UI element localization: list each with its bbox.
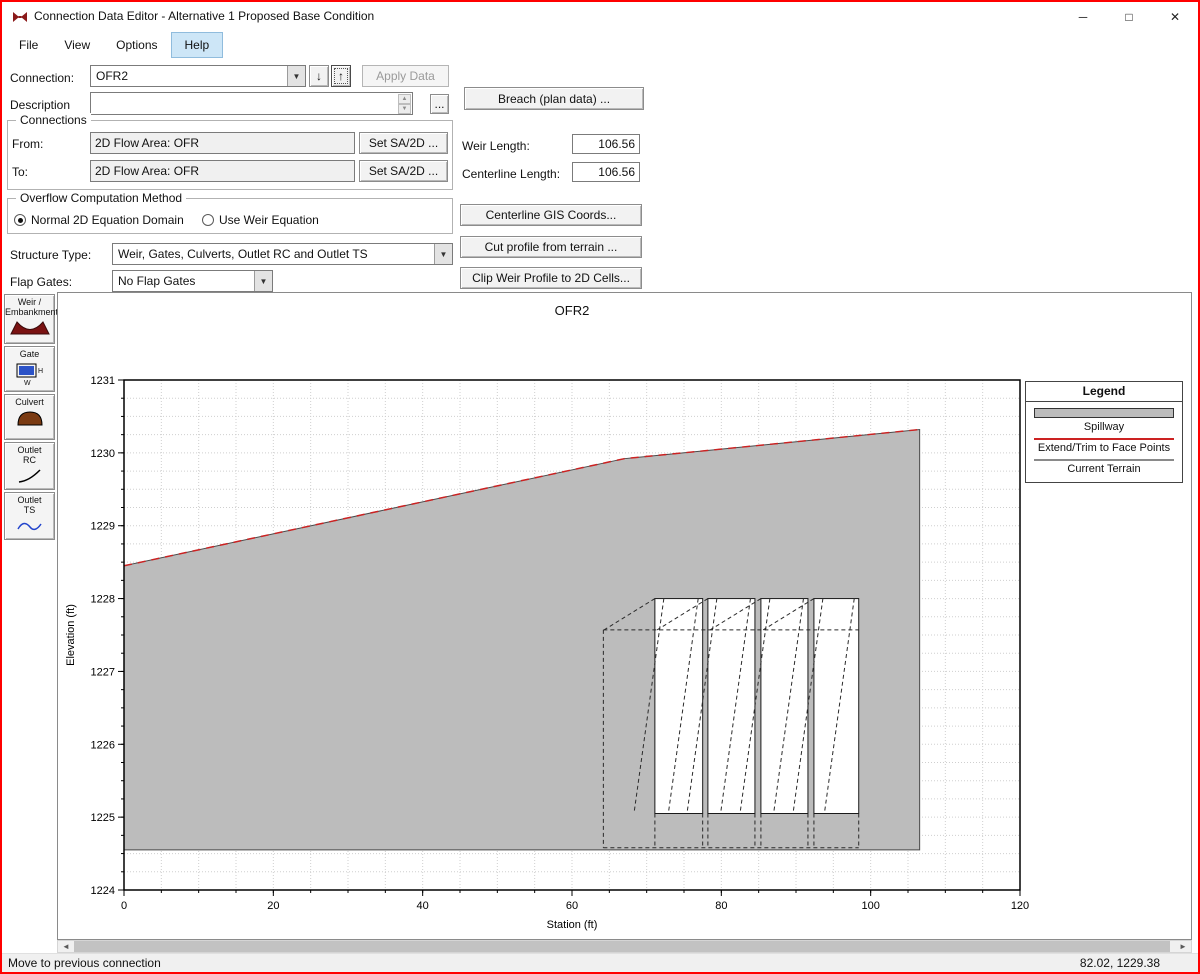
window-controls: ─ □ ✕ xyxy=(1060,2,1198,32)
breach-plan-data-button[interactable]: Breach (plan data) ... xyxy=(464,87,644,110)
description-input[interactable]: ▲▼ xyxy=(90,92,413,115)
culvert-button[interactable]: Culvert xyxy=(4,394,55,440)
svg-text:120: 120 xyxy=(1011,900,1029,912)
outlet-ts-icon xyxy=(16,518,44,534)
svg-text:1225: 1225 xyxy=(91,812,115,824)
close-button[interactable]: ✕ xyxy=(1152,2,1198,32)
legend-label-face-points: Extend/Trim to Face Points xyxy=(1026,441,1182,456)
maximize-button[interactable]: □ xyxy=(1106,2,1152,32)
svg-text:0: 0 xyxy=(121,900,127,912)
centerline-length-label: Centerline Length: xyxy=(462,167,560,181)
face-points-swatch xyxy=(1034,438,1174,440)
description-ellipsis-button[interactable]: ... xyxy=(430,94,449,114)
connections-group-title: Connections xyxy=(16,113,91,127)
legend-label-current-terrain: Current Terrain xyxy=(1026,462,1182,477)
flap-gates-combo[interactable]: No Flap Gates ▼ xyxy=(112,270,273,292)
svg-text:1230: 1230 xyxy=(91,448,115,460)
radio-use-weir-equation[interactable]: Use Weir Equation xyxy=(202,213,319,227)
legend-title: Legend xyxy=(1026,382,1182,402)
connection-combo[interactable]: OFR2 ▼ xyxy=(90,65,306,87)
radio-dot-icon xyxy=(202,214,214,226)
centerline-gis-coords-button[interactable]: Centerline GIS Coords... xyxy=(460,204,642,226)
menu-options[interactable]: Options xyxy=(103,32,170,58)
svg-text:1227: 1227 xyxy=(91,666,115,678)
horizontal-scrollbar[interactable]: ◄ ► xyxy=(57,940,1192,953)
scroll-right-icon[interactable]: ► xyxy=(1175,941,1191,952)
chevron-down-icon[interactable]: ▼ xyxy=(287,66,305,86)
clip-weir-profile-button[interactable]: Clip Weir Profile to 2D Cells... xyxy=(460,267,642,289)
connection-value: OFR2 xyxy=(91,69,287,83)
from-value: 2D Flow Area: OFR xyxy=(90,132,355,154)
legend-label-spillway: Spillway xyxy=(1026,420,1182,435)
cut-profile-from-terrain-button[interactable]: Cut profile from terrain ... xyxy=(460,236,642,258)
svg-text:1224: 1224 xyxy=(91,885,115,897)
title-bar: Connection Data Editor - Alternative 1 P… xyxy=(2,2,1198,32)
svg-text:1231: 1231 xyxy=(91,375,115,387)
svg-text:80: 80 xyxy=(715,900,727,912)
connection-label: Connection: xyxy=(10,71,74,85)
svg-text:H: H xyxy=(38,368,43,375)
chevron-down-icon[interactable]: ▼ xyxy=(434,244,452,264)
svg-text:1228: 1228 xyxy=(91,594,115,606)
structure-type-label: Structure Type: xyxy=(10,248,91,262)
svg-text:1226: 1226 xyxy=(91,739,115,751)
set-sa-2d-from-button[interactable]: Set SA/2D ... xyxy=(359,132,448,154)
radio-normal-2d-equation[interactable]: Normal 2D Equation Domain xyxy=(14,213,184,227)
connection-data-editor-window: Connection Data Editor - Alternative 1 P… xyxy=(0,0,1200,974)
current-terrain-swatch xyxy=(1034,459,1174,461)
flap-gates-label: Flap Gates: xyxy=(10,275,72,289)
svg-text:Station (ft): Station (ft) xyxy=(547,919,598,931)
profile-plot: 0 20 40 60 80 100 120 1224 1225 1226 1227 1228 1229 1… xyxy=(58,293,1191,939)
profile-chart-panel: OFR2 02040608010012012241225122612271228… xyxy=(57,292,1192,940)
form-area: Connection: OFR2 ▼ ↓ ↑ Apply Data Descri… xyxy=(2,58,1198,292)
weir-embankment-button[interactable]: Weir / Embankment xyxy=(4,294,55,344)
chevron-down-icon[interactable]: ▼ xyxy=(254,271,272,291)
from-label: From: xyxy=(12,137,43,151)
svg-text:20: 20 xyxy=(267,900,279,912)
gate-button[interactable]: Gate H W xyxy=(4,346,55,392)
menu-bar: File View Options Help xyxy=(2,32,1198,58)
outlet-ts-button[interactable]: Outlet TS xyxy=(4,492,55,540)
radio-dot-icon xyxy=(14,214,26,226)
chart-legend: Legend Spillway Extend/Trim to Face Poin… xyxy=(1025,381,1183,483)
centerline-length-value: 106.56 xyxy=(572,162,640,182)
svg-text:1229: 1229 xyxy=(91,521,115,533)
svg-text:60: 60 xyxy=(566,900,578,912)
outlet-rc-button[interactable]: Outlet RC xyxy=(4,442,55,490)
weir-length-label: Weir Length: xyxy=(462,139,530,153)
set-sa-2d-to-button[interactable]: Set SA/2D ... xyxy=(359,160,448,182)
description-spinner[interactable]: ▲▼ xyxy=(398,94,411,113)
culvert-icon xyxy=(15,409,45,427)
svg-text:W: W xyxy=(24,380,31,387)
flap-gates-value: No Flap Gates xyxy=(113,274,254,288)
next-connection-button[interactable]: ↑ xyxy=(331,65,351,87)
minimize-button[interactable]: ─ xyxy=(1060,2,1106,32)
outlet-rc-icon xyxy=(16,468,44,484)
weir-length-value: 106.56 xyxy=(572,134,640,154)
menu-view[interactable]: View xyxy=(51,32,103,58)
scrollbar-thumb[interactable] xyxy=(74,941,1170,952)
svg-text:100: 100 xyxy=(861,900,879,912)
status-bar: Move to previous connection 82.02, 1229.… xyxy=(2,953,1198,972)
structure-type-combo[interactable]: Weir, Gates, Culverts, Outlet RC and Out… xyxy=(112,243,453,265)
to-label: To: xyxy=(12,165,28,179)
window-title: Connection Data Editor - Alternative 1 P… xyxy=(34,9,374,23)
previous-connection-button[interactable]: ↓ xyxy=(309,65,329,87)
cursor-coordinates: 82.02, 1229.38 xyxy=(1080,956,1160,970)
description-label: Description xyxy=(10,98,70,112)
weir-embankment-icon xyxy=(10,320,50,335)
app-icon xyxy=(11,10,29,24)
status-message: Move to previous connection xyxy=(8,956,161,970)
scroll-left-icon[interactable]: ◄ xyxy=(58,941,74,952)
menu-help[interactable]: Help xyxy=(171,32,224,58)
apply-data-button[interactable]: Apply Data xyxy=(362,65,449,87)
structure-type-value: Weir, Gates, Culverts, Outlet RC and Out… xyxy=(113,247,434,261)
menu-file[interactable]: File xyxy=(6,32,51,58)
gate-icon: H W xyxy=(15,361,45,387)
svg-text:Elevation (ft): Elevation (ft) xyxy=(65,604,77,666)
overflow-method-group-title: Overflow Computation Method xyxy=(16,191,186,205)
svg-text:40: 40 xyxy=(417,900,429,912)
to-value: 2D Flow Area: OFR xyxy=(90,160,355,182)
spillway-swatch xyxy=(1034,408,1174,418)
